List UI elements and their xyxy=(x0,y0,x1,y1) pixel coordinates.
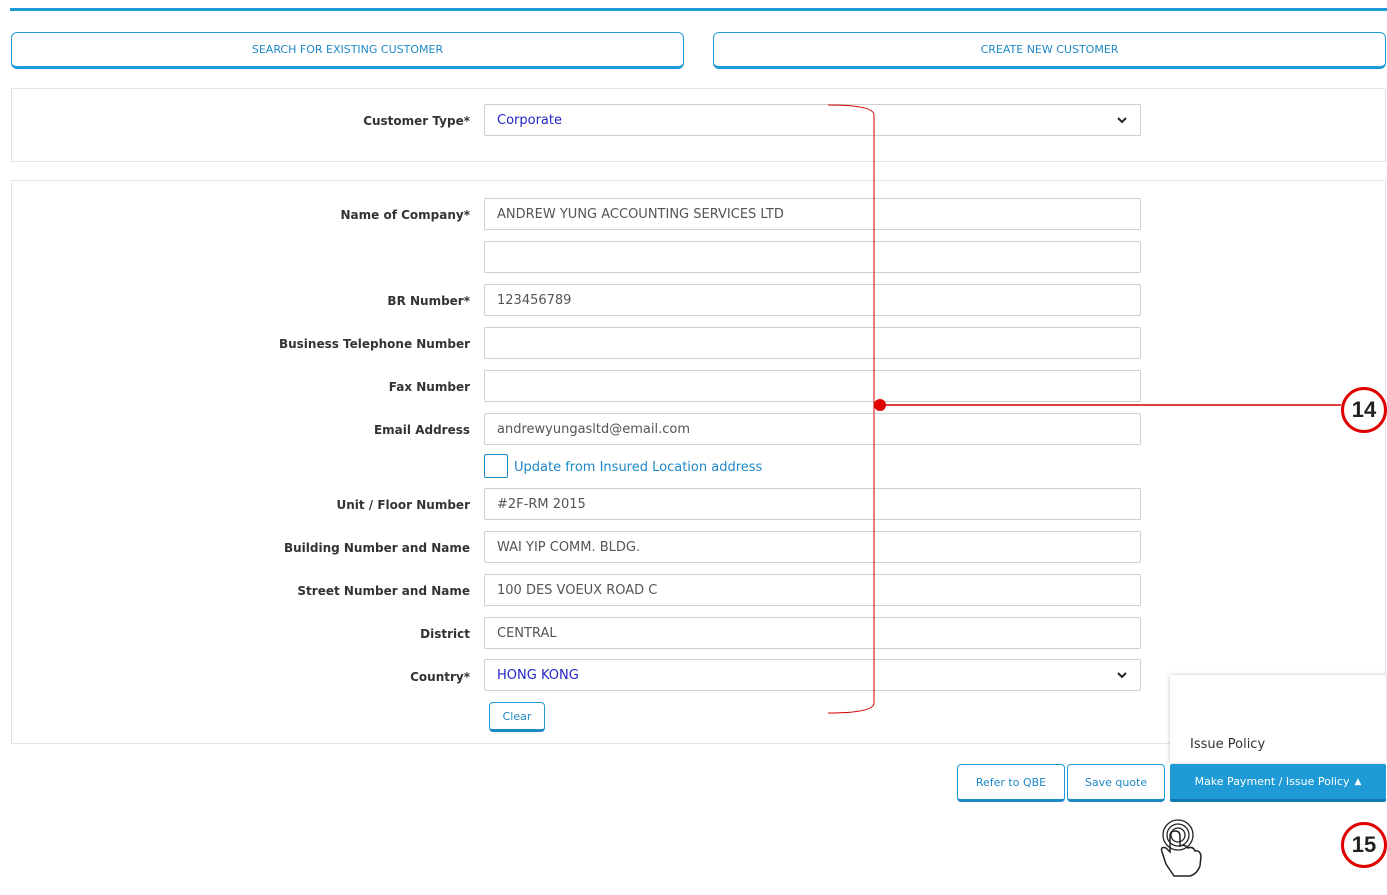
callout-number-14: 14 xyxy=(1341,387,1387,433)
make-payment-label: Make Payment / Issue Policy xyxy=(1194,775,1350,788)
caret-up-icon: ▲ xyxy=(1354,776,1362,787)
callout-number-15: 15 xyxy=(1341,822,1387,868)
annotation-bracket xyxy=(827,104,875,714)
menu-item-issue-policy[interactable]: Issue Policy xyxy=(1190,737,1265,752)
hand-pointer-icon xyxy=(1160,819,1202,877)
annotation-dot xyxy=(874,399,886,411)
save-quote-button[interactable]: Save quote xyxy=(1067,764,1165,802)
make-payment-issue-policy-button[interactable]: Make Payment / Issue Policy ▲ xyxy=(1170,764,1386,802)
issue-policy-dropdown: Issue Policy xyxy=(1170,675,1386,763)
refer-to-qbe-button[interactable]: Refer to QBE xyxy=(957,764,1065,802)
